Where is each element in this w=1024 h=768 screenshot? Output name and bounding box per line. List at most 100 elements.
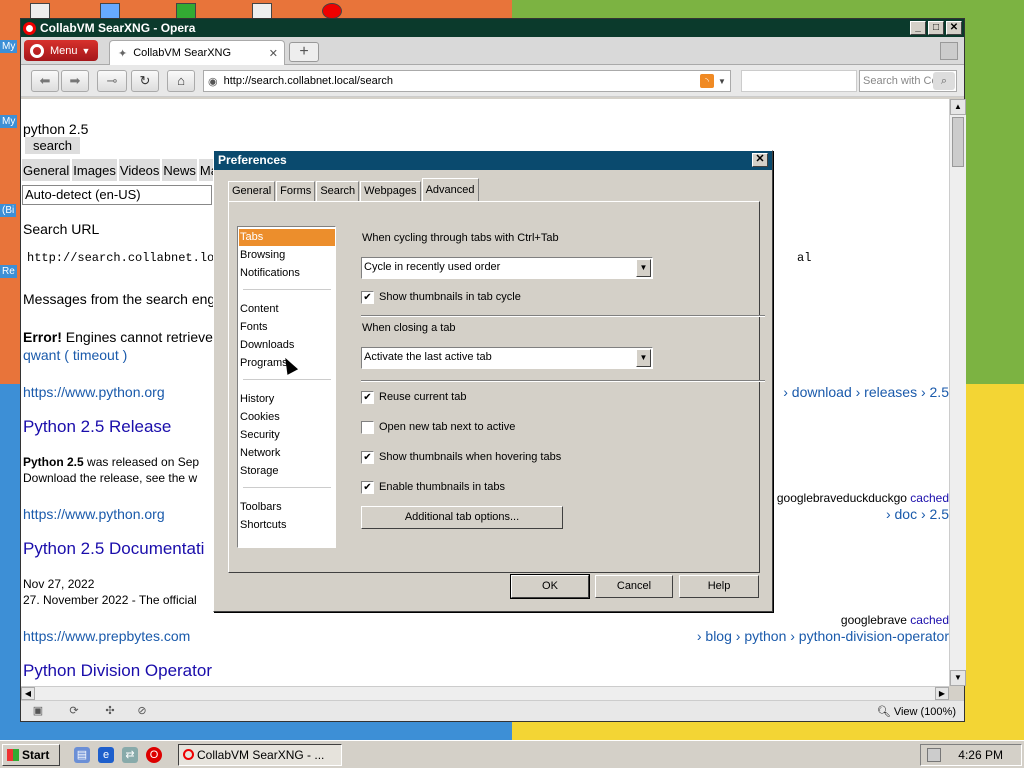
category-storage[interactable]: Storage bbox=[239, 463, 335, 480]
scroll-up-arrow-icon[interactable]: ▲ bbox=[950, 99, 966, 115]
toolbar-spacer bbox=[741, 70, 857, 92]
dialog-close-button[interactable]: ✕ bbox=[752, 153, 768, 167]
sync-icon[interactable]: ⟳ bbox=[67, 704, 81, 718]
opera-menu-button[interactable]: Menu ▼ bbox=[24, 40, 98, 61]
window-titlebar[interactable]: CollabVM SearXNG - Opera _ □ ✕ bbox=[21, 19, 964, 37]
clock[interactable]: 4:26 PM bbox=[958, 745, 1003, 765]
taskbar-window-button[interactable]: CollabVM SearXNG - ... bbox=[178, 744, 342, 766]
address-bar[interactable]: ◉ http://search.collabnet.local/search ◝… bbox=[203, 70, 731, 92]
chevron-down-icon[interactable]: ▼ bbox=[714, 77, 730, 86]
rss-icon[interactable]: ◝ bbox=[700, 74, 714, 88]
tab-forms[interactable]: Forms bbox=[276, 181, 316, 201]
result-url[interactable]: https://www.python.org bbox=[23, 384, 165, 400]
category-network[interactable]: Network bbox=[239, 445, 335, 462]
cancel-button[interactable]: Cancel bbox=[595, 575, 673, 598]
panel-toggle-icon[interactable]: ▣ bbox=[31, 704, 45, 718]
horizontal-scrollbar[interactable]: ◀ ▶ bbox=[21, 686, 949, 700]
dialog-titlebar[interactable]: Preferences ✕ bbox=[214, 151, 772, 170]
unite-icon[interactable]: ✣ bbox=[103, 704, 117, 718]
chevron-down-icon[interactable]: ▼ bbox=[636, 259, 651, 277]
cached-link[interactable]: cached bbox=[910, 491, 949, 505]
category-divider bbox=[243, 487, 331, 488]
show-thumbnails-cycle-checkbox[interactable]: ✔ bbox=[361, 291, 374, 304]
ok-button[interactable]: OK bbox=[510, 574, 590, 599]
forward-button[interactable]: ➡ bbox=[61, 70, 89, 92]
desktop-icon[interactable] bbox=[322, 3, 342, 19]
category-notifications[interactable]: Notifications bbox=[239, 265, 335, 282]
result-url[interactable]: https://www.prepbytes.com bbox=[23, 628, 190, 644]
turbo-icon[interactable]: ⊘ bbox=[135, 704, 149, 718]
close-tab-icon[interactable]: ✕ bbox=[269, 47, 278, 60]
home-button[interactable]: ⌂ bbox=[167, 70, 195, 92]
cycle-order-select[interactable]: Cycle in recently used order ▼ bbox=[361, 257, 653, 279]
tab-search[interactable]: Search bbox=[316, 181, 360, 201]
category-history[interactable]: History bbox=[239, 391, 335, 408]
category-security[interactable]: Security bbox=[239, 427, 335, 444]
category-browsing[interactable]: Browsing bbox=[239, 247, 335, 264]
ie-icon[interactable]: e bbox=[98, 747, 114, 763]
language-select[interactable]: Auto-detect (en-US) bbox=[22, 185, 212, 205]
scroll-down-arrow-icon[interactable]: ▼ bbox=[950, 670, 966, 686]
open-next-to-active-checkbox[interactable] bbox=[361, 421, 374, 434]
vertical-scrollbar[interactable]: ▲ ▼ bbox=[949, 99, 966, 686]
category-tab[interactable]: General bbox=[22, 159, 71, 181]
chevron-down-icon[interactable]: ▼ bbox=[636, 349, 651, 367]
desktop-icon[interactable] bbox=[176, 3, 196, 19]
new-tab-button[interactable]: + bbox=[289, 42, 319, 62]
opera-icon[interactable]: O bbox=[146, 747, 162, 763]
result-breadcrumb[interactable]: › doc › 2.5 bbox=[886, 506, 949, 522]
wand-button[interactable]: ⊸ bbox=[97, 70, 127, 92]
network-icon[interactable]: ⇄ bbox=[122, 747, 138, 763]
window-title: CollabVM SearXNG - Opera bbox=[40, 21, 196, 35]
category-toolbars[interactable]: Toolbars bbox=[239, 499, 335, 516]
cached-link[interactable]: cached bbox=[910, 613, 949, 627]
tab-active[interactable]: ✦ CollabVM SearXNG ✕ bbox=[109, 40, 285, 65]
search-field[interactable]: Search with Co ⌕ bbox=[859, 70, 957, 92]
start-button[interactable]: Start bbox=[2, 744, 60, 766]
reload-button[interactable]: ↻ bbox=[131, 70, 159, 92]
close-button[interactable]: ✕ bbox=[946, 21, 962, 35]
desktop-icon[interactable] bbox=[100, 3, 120, 19]
reuse-tab-checkbox[interactable]: ✔ bbox=[361, 391, 374, 404]
result-breadcrumb[interactable]: › download › releases › 2.5 bbox=[783, 384, 949, 400]
result-title[interactable]: Python Division Operator bbox=[23, 661, 212, 681]
desktop-icon[interactable] bbox=[252, 3, 272, 19]
result-url[interactable]: https://www.python.org bbox=[23, 506, 165, 522]
category-tabs[interactable]: Tabs bbox=[239, 229, 335, 246]
tab-webpages[interactable]: Webpages bbox=[360, 181, 421, 201]
tray-app-icon[interactable] bbox=[927, 748, 941, 762]
desktop-icon[interactable] bbox=[30, 3, 50, 19]
query-text[interactable]: python 2.5 bbox=[23, 121, 88, 137]
search-button[interactable]: search bbox=[25, 137, 81, 154]
search-url-value[interactable]: http://search.collabnet.lo bbox=[27, 251, 214, 265]
category-content[interactable]: Content bbox=[239, 301, 335, 318]
category-cookies[interactable]: Cookies bbox=[239, 409, 335, 426]
maximize-button[interactable]: □ bbox=[928, 21, 944, 35]
result-title[interactable]: Python 2.5 Release bbox=[23, 417, 171, 437]
search-icon[interactable]: ⌕ bbox=[933, 72, 955, 90]
category-tab[interactable]: Videos bbox=[118, 159, 161, 181]
result-breadcrumb[interactable]: › blog › python › python-division-operat… bbox=[697, 628, 949, 644]
category-tab[interactable]: Images bbox=[72, 159, 117, 181]
back-button[interactable]: ⬅ bbox=[31, 70, 59, 92]
category-downloads[interactable]: Downloads bbox=[239, 337, 335, 354]
scrollbar-thumb[interactable] bbox=[952, 117, 964, 167]
category-fonts[interactable]: Fonts bbox=[239, 319, 335, 336]
scroll-right-arrow-icon[interactable]: ▶ bbox=[935, 687, 949, 700]
closing-tab-select[interactable]: Activate the last active tab ▼ bbox=[361, 347, 653, 369]
minimize-button[interactable]: _ bbox=[910, 21, 926, 35]
category-shortcuts[interactable]: Shortcuts bbox=[239, 517, 335, 534]
category-tab[interactable]: News bbox=[162, 159, 197, 181]
show-desktop-icon[interactable]: ▤ bbox=[74, 747, 90, 763]
thumbnails-in-tabs-checkbox[interactable]: ✔ bbox=[361, 481, 374, 494]
scroll-left-arrow-icon[interactable]: ◀ bbox=[21, 687, 35, 700]
hover-thumbnails-checkbox[interactable]: ✔ bbox=[361, 451, 374, 464]
help-button[interactable]: Help bbox=[679, 575, 759, 598]
error-reason-link[interactable]: timeout bbox=[73, 347, 119, 363]
result-title[interactable]: Python 2.5 Documentati bbox=[23, 539, 204, 559]
additional-tab-options-button[interactable]: Additional tab options... bbox=[361, 506, 563, 529]
tab-general[interactable]: General bbox=[228, 181, 276, 201]
trash-icon[interactable] bbox=[940, 42, 958, 60]
zoom-level[interactable]: 🔍︎ View (100%) bbox=[877, 705, 956, 718]
tab-advanced[interactable]: Advanced bbox=[421, 178, 479, 201]
